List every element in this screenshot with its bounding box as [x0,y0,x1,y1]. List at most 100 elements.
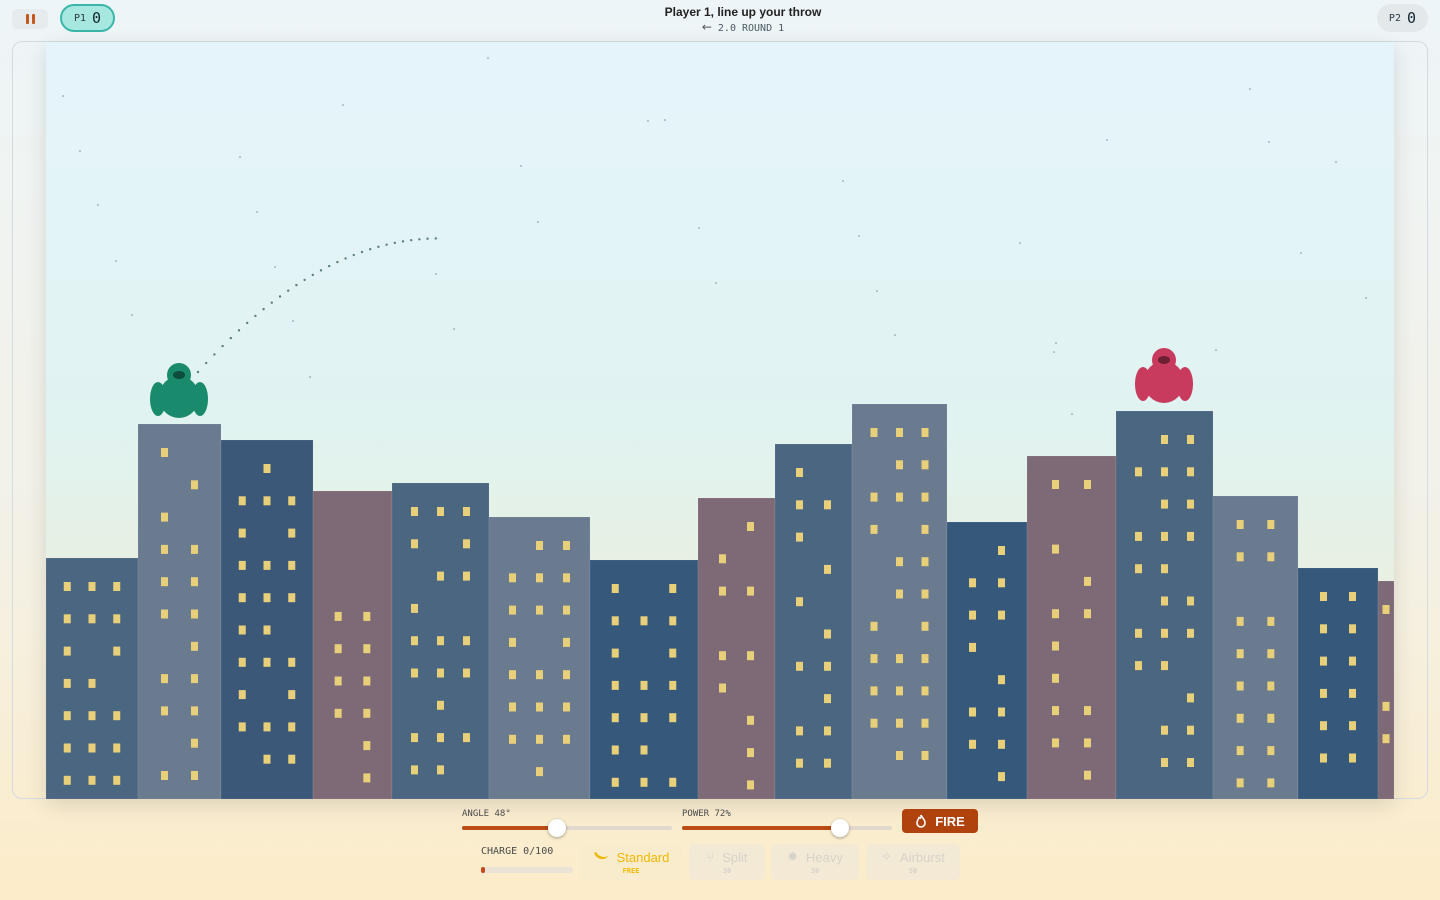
trajectory-dot [221,344,224,348]
wind-arrow-icon: ← [701,20,712,34]
window [611,616,619,626]
window [998,675,1005,685]
window [824,564,831,574]
window [896,557,903,567]
window [563,670,570,680]
ammo-heavy[interactable]: ✹ Heavy 30 [771,844,859,880]
window [921,654,929,664]
window [640,713,648,723]
game-canvas[interactable] [46,42,1394,799]
window [161,771,168,780]
window [288,593,296,603]
window [1267,746,1275,756]
angle-slider[interactable] [462,819,672,837]
speck [1071,413,1073,415]
window [1236,778,1244,788]
ammo-split[interactable]: ⑂ Split 30 [689,844,765,880]
ammo-airburst[interactable]: ✧ Airburst 50 [866,844,960,880]
window [161,544,168,554]
window [161,448,168,457]
angle-slider-fill [462,826,557,830]
trajectory-dot [311,273,314,277]
window [437,733,444,743]
window [921,428,929,437]
window [263,625,271,635]
window [437,571,444,581]
window [640,745,648,755]
window [363,676,371,686]
building [46,557,139,799]
speck [274,266,276,268]
window [191,480,198,490]
window [1349,624,1356,634]
window [1382,701,1390,711]
trajectory-dot [410,238,413,242]
window [669,713,677,723]
window [536,702,543,712]
window [509,670,516,680]
window [509,605,516,615]
window [998,610,1005,620]
window [796,532,803,542]
fire-label: FIRE [935,813,965,829]
window [896,654,903,664]
window [191,609,198,619]
window [88,678,96,688]
window [796,758,803,768]
window [1052,609,1059,619]
window [1320,688,1327,698]
window [563,702,570,712]
window [969,707,976,717]
speck [1106,139,1108,141]
window [1349,656,1356,666]
round-label: ROUND 1 [742,23,785,34]
window [1267,713,1275,723]
window [611,648,619,658]
window [921,718,929,728]
window [1135,564,1142,574]
charge-bar [481,867,573,873]
window [288,496,296,506]
trajectory-dot [246,321,249,325]
window [411,733,418,743]
window [921,492,929,502]
window [263,722,271,732]
window [1135,531,1142,541]
speck [1249,88,1251,90]
fire-button[interactable]: FIRE [902,809,978,833]
window [1320,656,1327,666]
window [921,686,929,696]
window [1084,609,1091,619]
window [824,694,831,704]
ammo-standard[interactable]: Standard FREE [580,844,682,880]
trajectory-dot [254,314,257,318]
window [1052,673,1059,683]
wind-value: 2.0 [717,23,736,34]
window [288,528,296,538]
window [288,657,296,667]
window [191,674,198,684]
building [774,443,853,799]
window [896,460,903,470]
window [238,496,246,506]
power-slider[interactable] [682,819,892,837]
trajectory-dot [270,301,273,304]
window [1161,661,1168,671]
speck [664,119,666,121]
heavy-icon: ✹ [787,849,799,864]
window [1236,552,1244,562]
building [488,516,591,799]
window [161,706,168,716]
speck [79,150,81,152]
power-slider-thumb[interactable] [830,819,849,837]
window [563,605,570,615]
window [1349,592,1356,601]
window [1135,467,1142,477]
window [563,637,570,647]
window [998,578,1005,588]
window [363,773,371,783]
window [238,560,246,570]
ammo-split-cost: 30 [722,866,732,875]
angle-slider-thumb[interactable] [547,819,566,837]
speck [97,204,99,206]
